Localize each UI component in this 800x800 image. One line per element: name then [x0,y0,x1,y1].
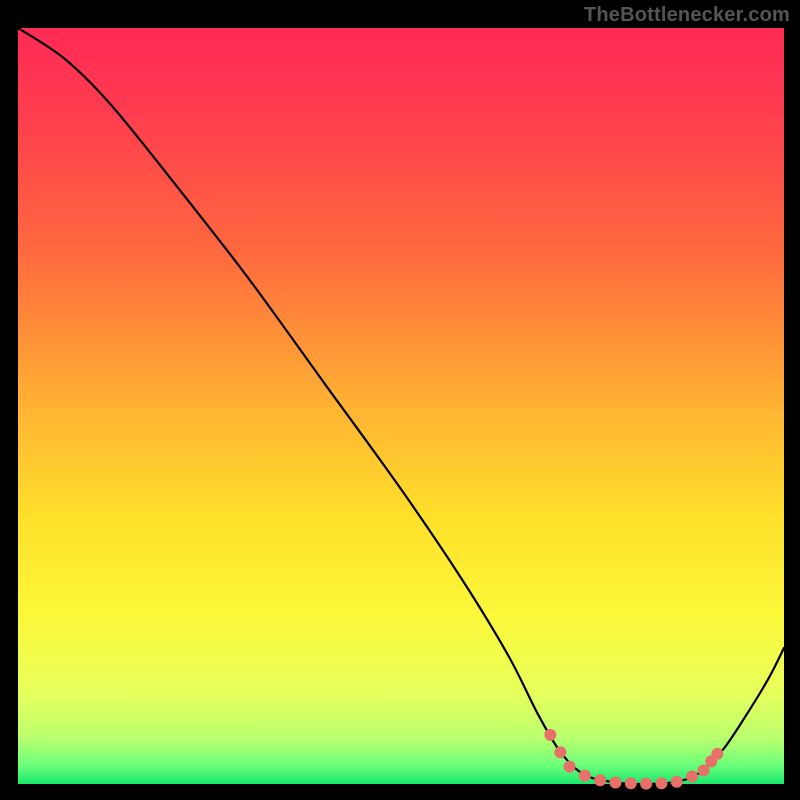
marker-dot [625,777,637,789]
marker-dot [579,770,591,782]
marker-dot [671,776,683,788]
chart-container: TheBottlenecker.com [0,0,800,800]
marker-dot [554,746,566,758]
marker-dot [544,729,556,741]
source-watermark: TheBottlenecker.com [584,4,790,27]
marker-dot [564,761,576,773]
chart-svg [0,0,800,800]
marker-dot [609,776,621,788]
marker-dot [594,774,606,786]
marker-dot [640,778,652,790]
plot-background [18,28,784,784]
marker-dot [686,770,698,782]
marker-dot [655,777,667,789]
marker-dot [711,748,723,760]
